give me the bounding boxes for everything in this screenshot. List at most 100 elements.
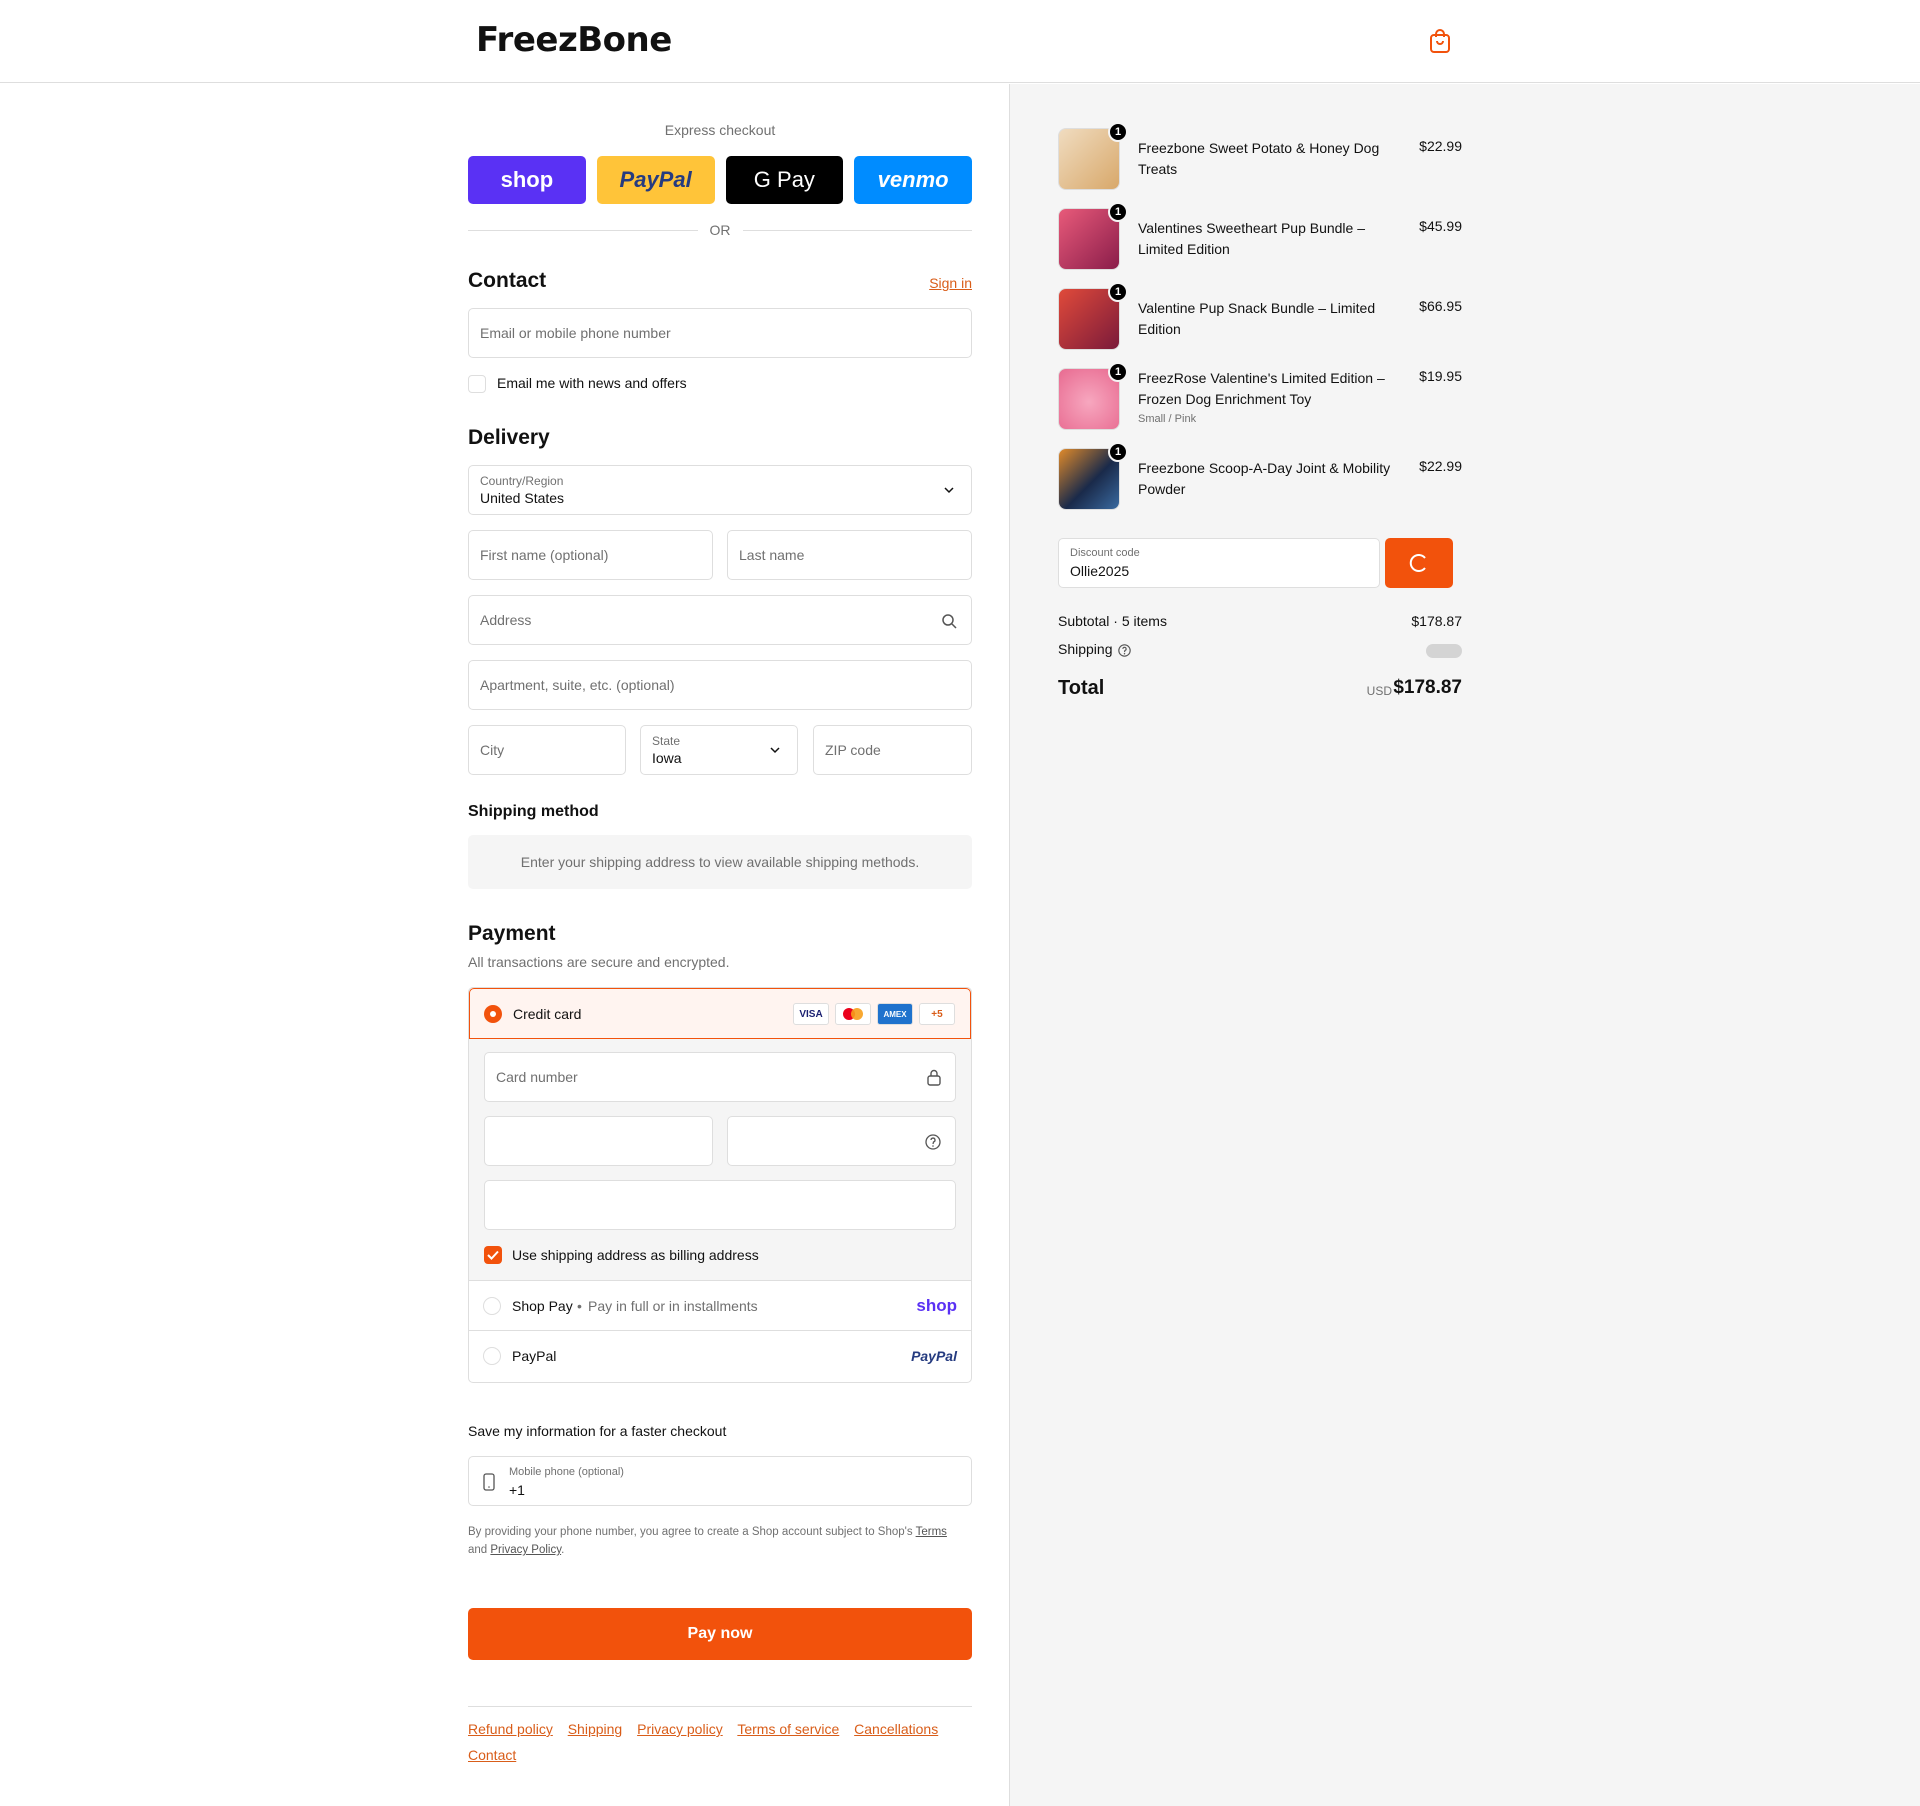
quantity-badge: 1 xyxy=(1108,362,1128,382)
privacy-policy-link[interactable]: Privacy policy xyxy=(637,1721,723,1737)
subtotal-row: Subtotal · 5 items $178.87 xyxy=(1058,613,1462,629)
product-name: FreezRose Valentine's Limited Edition – … xyxy=(1138,370,1385,407)
last-name-placeholder: Last name xyxy=(739,547,805,563)
venmo-button[interactable]: venmo xyxy=(854,156,972,204)
paypal-option[interactable]: PayPal PayPal xyxy=(469,1331,971,1382)
payment-methods: Credit card VISA AMEX +5 Card number Use… xyxy=(468,987,972,1383)
paypal-radio[interactable] xyxy=(483,1347,501,1365)
google-pay-button[interactable]: G Pay xyxy=(725,156,844,204)
shipping-method-info: Enter your shipping address to view avai… xyxy=(468,835,972,889)
brand-logo[interactable]: FreezBone xyxy=(476,20,672,60)
address-field[interactable]: Address xyxy=(468,595,972,645)
email-field[interactable]: Email or mobile phone number xyxy=(468,308,972,358)
product-variant: Small / Pink xyxy=(1138,413,1197,425)
visa-icon: VISA xyxy=(793,1003,829,1025)
product-price: $22.99 xyxy=(1419,138,1462,154)
disclaimer-text: By providing your phone number, you agre… xyxy=(468,1526,916,1538)
shipping-label: Shipping xyxy=(1058,641,1113,657)
card-details-panel: Card number Use shipping address as bill… xyxy=(469,1039,971,1281)
city-field[interactable]: City xyxy=(468,725,626,775)
shop-privacy-link[interactable]: Privacy Policy xyxy=(490,1544,561,1556)
shipping-row: Shipping xyxy=(1058,641,1462,658)
chevron-down-icon xyxy=(944,487,954,494)
state-select[interactable]: State Iowa xyxy=(640,725,798,775)
total-label: Total xyxy=(1058,677,1105,699)
mastercard-icon xyxy=(835,1003,871,1025)
card-number-field[interactable]: Card number xyxy=(484,1052,956,1102)
contact-link[interactable]: Contact xyxy=(468,1747,516,1763)
paypal-label: PayPal xyxy=(512,1348,557,1364)
payment-subtitle: All transactions are secure and encrypte… xyxy=(468,954,730,970)
terms-of-service-link[interactable]: Terms of service xyxy=(737,1721,839,1737)
or-divider: OR xyxy=(468,222,972,238)
apartment-field[interactable]: Apartment, suite, etc. (optional) xyxy=(468,660,972,710)
name-on-card-field[interactable] xyxy=(484,1180,956,1230)
subtotal-label: Subtotal · 5 items xyxy=(1058,613,1167,629)
shop-terms-link[interactable]: Terms xyxy=(916,1526,947,1538)
shop-pay-logo: shop xyxy=(916,1296,957,1315)
contact-heading: Contact xyxy=(468,269,547,292)
credit-card-radio[interactable] xyxy=(484,1005,502,1023)
product-name: Valentines Sweetheart Pup Bundle – Limit… xyxy=(1138,220,1366,257)
order-summary-panel: 1 Freezbone Sweet Potato & Honey Dog Tre… xyxy=(1009,84,1920,1806)
news-checkbox[interactable] xyxy=(468,375,486,393)
shop-pay-radio[interactable] xyxy=(483,1297,501,1315)
shipping-placeholder-bar xyxy=(1426,644,1462,658)
save-info-title: Save my information for a faster checkou… xyxy=(468,1423,727,1439)
total-value: $178.87 xyxy=(1393,677,1462,698)
security-code-field[interactable] xyxy=(727,1116,956,1166)
pay-now-button[interactable]: Pay now xyxy=(468,1608,972,1660)
cart-item: 1 FreezRose Valentine's Limited Edition … xyxy=(1058,362,1462,432)
credit-card-label: Credit card xyxy=(513,1006,582,1022)
mobile-phone-field[interactable]: Mobile phone (optional) +1 xyxy=(468,1456,972,1506)
paypal-button[interactable]: PayPal xyxy=(596,156,715,204)
zip-placeholder: ZIP code xyxy=(825,742,881,758)
help-icon[interactable] xyxy=(925,1134,941,1150)
shipping-link[interactable]: Shipping xyxy=(568,1721,623,1737)
total-row: Total USD $178.87 xyxy=(1058,677,1462,700)
currency-label: USD xyxy=(1366,684,1392,698)
first-name-placeholder: First name (optional) xyxy=(480,547,609,563)
address-placeholder: Address xyxy=(480,612,532,628)
apply-discount-button[interactable] xyxy=(1385,538,1453,588)
phone-value: +1 xyxy=(509,1482,525,1498)
shipping-method-heading: Shipping method xyxy=(468,803,599,820)
billing-checkbox[interactable] xyxy=(484,1246,502,1264)
country-value: United States xyxy=(480,490,565,506)
discount-value: Ollie2025 xyxy=(1070,563,1130,579)
state-label: State xyxy=(652,734,681,748)
refund-policy-link[interactable]: Refund policy xyxy=(468,1721,553,1737)
subtotal-value: $178.87 xyxy=(1411,613,1462,629)
shop-pay-label: Shop Pay xyxy=(512,1298,573,1314)
shop-pay-description: Pay in full or in installments xyxy=(588,1298,758,1314)
phone-label: Mobile phone (optional) xyxy=(509,1466,624,1478)
quantity-badge: 1 xyxy=(1108,122,1128,142)
help-icon[interactable] xyxy=(1118,644,1131,657)
zip-field[interactable]: ZIP code xyxy=(813,725,972,775)
sign-in-link[interactable]: Sign in xyxy=(929,275,972,291)
cancellations-link[interactable]: Cancellations xyxy=(854,1721,938,1737)
discount-code-field[interactable]: Discount code Ollie2025 xyxy=(1058,538,1380,588)
disclaimer-period: . xyxy=(561,1544,565,1556)
search-icon xyxy=(942,614,957,629)
country-select[interactable]: Country/Region United States xyxy=(468,465,972,515)
quantity-badge: 1 xyxy=(1108,202,1128,222)
shop-pay-button[interactable]: shop xyxy=(468,156,586,204)
phone-icon xyxy=(483,1473,495,1491)
product-name: Freezbone Scoop-A-Day Joint & Mobility P… xyxy=(1138,460,1391,497)
first-name-field[interactable]: First name (optional) xyxy=(468,530,713,580)
shopping-bag-icon[interactable] xyxy=(1428,28,1452,54)
credit-card-option[interactable]: Credit card VISA AMEX +5 xyxy=(469,988,971,1039)
shop-pay-option[interactable]: Shop Pay • Pay in full or in installment… xyxy=(469,1281,971,1331)
email-placeholder: Email or mobile phone number xyxy=(480,325,671,341)
expiration-field[interactable] xyxy=(484,1116,713,1166)
last-name-field[interactable]: Last name xyxy=(727,530,972,580)
product-price: $45.99 xyxy=(1419,218,1462,234)
country-label: Country/Region xyxy=(480,474,564,488)
paypal-logo: PayPal xyxy=(911,1348,957,1364)
news-label: Email me with news and offers xyxy=(497,375,687,391)
cart-item: 1 Freezbone Sweet Potato & Honey Dog Tre… xyxy=(1058,122,1462,192)
amex-icon: AMEX xyxy=(877,1003,913,1025)
express-checkout-title: Express checkout xyxy=(664,122,776,138)
dot-separator: • xyxy=(577,1298,582,1314)
